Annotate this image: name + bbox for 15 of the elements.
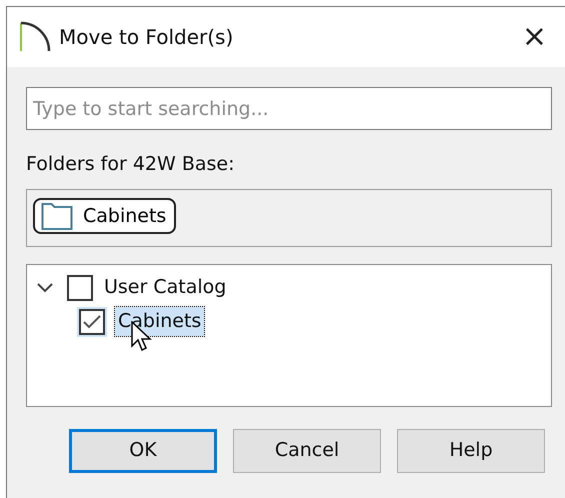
folders-label: Folders for 42W Base: [26,152,236,177]
checkbox[interactable] [79,308,105,334]
dialog-button[interactable]: Cancel [233,428,381,472]
folder-icon [41,202,73,230]
dialog-button[interactable]: OK [69,428,217,472]
search-field[interactable]: Type to start searching... [26,87,552,130]
folder-chip[interactable]: Cabinets [33,198,176,234]
check-mark-icon [83,314,101,328]
tree-item-label[interactable]: User Catalog [101,273,230,302]
app-logo-icon [19,21,51,53]
window-title: Move to Folder(s) [59,24,234,51]
tree-item-label[interactable]: Cabinets [115,307,204,336]
dialog-button[interactable]: Help [397,428,545,472]
checkbox[interactable] [67,274,93,300]
close-button[interactable]: × [518,22,551,52]
